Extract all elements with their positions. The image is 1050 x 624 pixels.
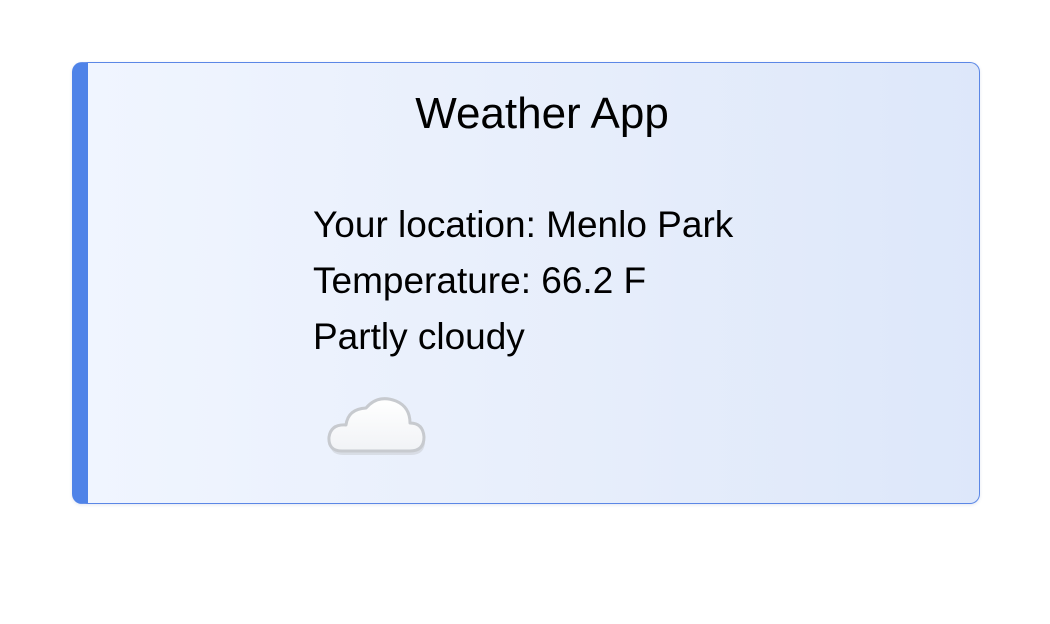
condition-text: Partly cloudy — [313, 316, 525, 357]
temperature-text: Temperature: 66.2 F — [313, 260, 647, 301]
night-partly-cloudy-icon — [322, 365, 432, 457]
weather-card: Weather App Your location: Menlo Park Te… — [72, 62, 980, 504]
weather-info: Your location: Menlo Park Temperature: 6… — [313, 197, 733, 365]
location-text: Your location: Menlo Park — [313, 204, 734, 245]
app-title: Weather App — [415, 89, 669, 138]
